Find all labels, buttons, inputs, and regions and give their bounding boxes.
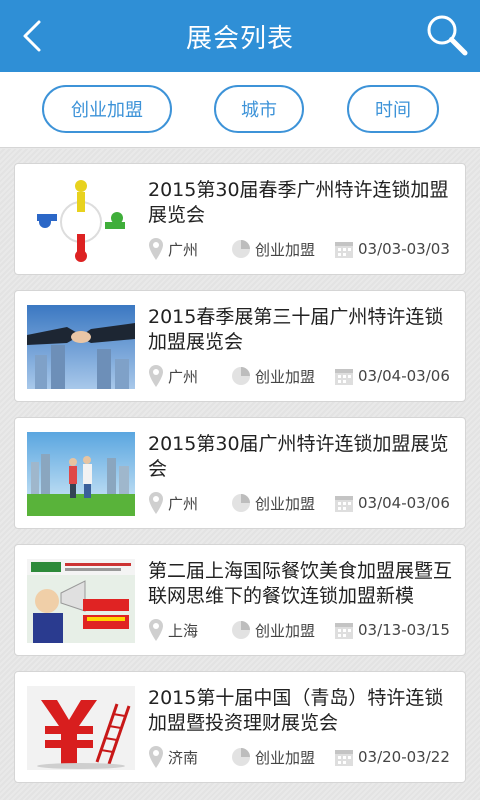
filter-category-button[interactable]: 创业加盟 bbox=[42, 85, 172, 133]
item-date: 03/03-03/03 bbox=[358, 240, 450, 258]
top-nav-bar: 展会列表 bbox=[0, 0, 480, 72]
calendar-icon bbox=[335, 496, 353, 512]
search-button[interactable] bbox=[424, 12, 470, 58]
item-city: 济南 bbox=[168, 748, 199, 767]
item-city: 上海 bbox=[168, 621, 199, 640]
item-category: 创业加盟 bbox=[255, 621, 316, 640]
category-pie-icon bbox=[232, 367, 250, 385]
yuan-ladder-image bbox=[27, 686, 135, 770]
item-city: 广州 bbox=[168, 240, 199, 259]
item-title: 2015第30届春季广州特许连锁加盟展览会 bbox=[148, 179, 449, 226]
couple-field-image bbox=[27, 432, 135, 516]
calendar-icon bbox=[335, 242, 353, 258]
item-date: 03/13-03/15 bbox=[358, 621, 450, 639]
item-meta: 济南 创业加盟 03/20-03/22 bbox=[148, 744, 460, 770]
item-date: 03/04-03/06 bbox=[358, 494, 450, 512]
category-pie-icon bbox=[232, 748, 250, 766]
item-category: 创业加盟 bbox=[255, 494, 316, 513]
item-title: 2015春季展第三十届广州特许连锁加盟展览会 bbox=[148, 306, 444, 353]
item-title: 第二届上海国际餐饮美食加盟展暨互联网思维下的餐饮连锁加盟新模 bbox=[148, 560, 453, 607]
list-item[interactable]: 2015第30届春季广州特许连锁加盟展览会 广州 创业加盟 03/03-03/0… bbox=[14, 163, 466, 275]
item-category: 创业加盟 bbox=[255, 240, 316, 259]
list-item[interactable]: 2015春季展第三十届广州特许连锁加盟展览会 广州 创业加盟 03/04-03/… bbox=[14, 290, 466, 402]
item-meta: 上海 创业加盟 03/13-03/15 bbox=[148, 617, 460, 643]
back-button[interactable] bbox=[14, 18, 50, 54]
category-pie-icon bbox=[232, 240, 250, 258]
filter-city-button[interactable]: 城市 bbox=[214, 85, 304, 133]
chevron-left-icon bbox=[23, 20, 41, 52]
item-category: 创业加盟 bbox=[255, 748, 316, 767]
item-title: 2015第十届中国（青岛）特许连锁加盟暨投资理财展览会 bbox=[148, 687, 444, 734]
poster-megaphone-image bbox=[27, 559, 135, 643]
location-pin-icon bbox=[149, 492, 163, 514]
location-pin-icon bbox=[149, 746, 163, 768]
calendar-icon bbox=[335, 623, 353, 639]
list-item[interactable]: 2015第30届广州特许连锁加盟展览会 广州 创业加盟 03/04-03/06 bbox=[14, 417, 466, 529]
handshake-city-image bbox=[27, 305, 135, 389]
category-pie-icon bbox=[232, 494, 250, 512]
item-city: 广州 bbox=[168, 494, 199, 513]
item-title: 2015第30届广州特许连锁加盟展览会 bbox=[148, 433, 449, 480]
item-meta: 广州 创业加盟 03/04-03/06 bbox=[148, 490, 460, 516]
list-item[interactable]: 2015第十届中国（青岛）特许连锁加盟暨投资理财展览会 济南 创业加盟 03/2… bbox=[14, 671, 466, 783]
location-pin-icon bbox=[149, 365, 163, 387]
item-date: 03/04-03/06 bbox=[358, 367, 450, 385]
filter-bar: 创业加盟 城市 时间 bbox=[0, 72, 480, 148]
exhibition-list: 2015第30届春季广州特许连锁加盟展览会 广州 创业加盟 03/03-03/0… bbox=[0, 149, 480, 800]
item-meta: 广州 创业加盟 03/04-03/06 bbox=[148, 363, 460, 389]
search-icon bbox=[427, 15, 468, 56]
item-category: 创业加盟 bbox=[255, 367, 316, 386]
item-city: 广州 bbox=[168, 367, 199, 386]
item-meta: 广州 创业加盟 03/03-03/03 bbox=[148, 236, 460, 262]
location-pin-icon bbox=[149, 238, 163, 260]
calendar-icon bbox=[335, 369, 353, 385]
page-title: 展会列表 bbox=[185, 23, 294, 54]
filter-time-button[interactable]: 时间 bbox=[347, 85, 439, 133]
calendar-icon bbox=[335, 750, 353, 766]
location-pin-icon bbox=[149, 619, 163, 641]
list-item[interactable]: 第二届上海国际餐饮美食加盟展暨互联网思维下的餐饮连锁加盟新模 上海 创业加盟 0… bbox=[14, 544, 466, 656]
item-date: 03/20-03/22 bbox=[358, 748, 450, 766]
category-pie-icon bbox=[232, 621, 250, 639]
people-circle-image bbox=[27, 178, 135, 262]
